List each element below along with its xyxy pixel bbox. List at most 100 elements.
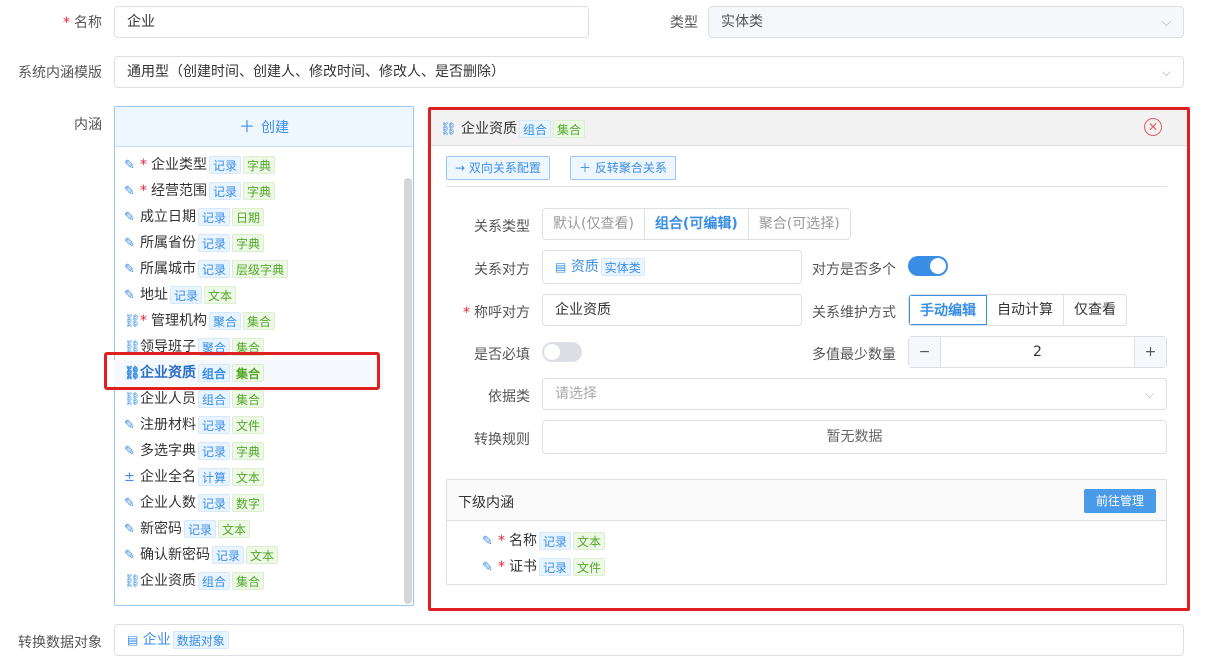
list-item[interactable]: ✎ 所属省份 记录 字典: [124, 230, 265, 256]
arrow-right-icon: →: [455, 161, 469, 175]
sub-connotation-title: 下级内涵: [458, 495, 514, 511]
list-item-tag: 字典: [243, 156, 276, 174]
list-item-label: 企业人数: [140, 495, 196, 511]
list-item[interactable]: ✎ 所属城市 记录 层级字典: [124, 256, 289, 282]
list-item-label: 地址: [140, 287, 168, 303]
list-item-tag: 集合: [243, 312, 276, 330]
list-item-label: 经营范围: [151, 183, 207, 199]
alias-input[interactable]: 企业资质: [542, 294, 802, 326]
type-select[interactable]: 实体类 ⌵: [708, 6, 1184, 38]
list-item-tag: 数字: [232, 494, 265, 512]
list-item[interactable]: ✎ 确认新密码 记录 文本: [124, 542, 279, 568]
calc-icon: ±: [124, 470, 135, 485]
basis-label: 依据类: [488, 389, 530, 405]
list-item-tag: 字典: [232, 442, 265, 460]
rel-type-option-aggregation[interactable]: 聚合(可选择): [749, 209, 850, 239]
list-scrollbar[interactable]: [404, 178, 412, 604]
maintain-option-view[interactable]: 仅查看: [1064, 295, 1126, 325]
edit-icon: ✎: [124, 444, 135, 459]
list-item-tag: 记录: [184, 520, 217, 538]
rel-type-label: 关系类型: [474, 219, 530, 235]
list-item[interactable]: ✎ 成立日期 记录 日期: [124, 204, 265, 230]
template-label: 系统内涵模版: [18, 65, 102, 81]
list-item-label: 注册材料: [140, 417, 196, 433]
decrement-button[interactable]: −: [909, 337, 941, 367]
list-item[interactable]: ✎ 地址 记录 文本: [124, 282, 237, 308]
create-button[interactable]: ＋创建: [115, 107, 413, 147]
list-item-tag: 日期: [232, 208, 265, 226]
chevron-down-icon: ⌵: [1161, 65, 1171, 79]
increment-button[interactable]: +: [1134, 337, 1166, 367]
list-item[interactable]: ⛓* 管理机构 聚合 集合: [124, 308, 276, 334]
chevron-down-icon: ⌵: [1161, 15, 1171, 29]
basis-select[interactable]: 请选择 ⌵: [542, 378, 1167, 410]
list-item-tag: 文本: [218, 520, 251, 538]
edit-icon: ✎: [124, 236, 135, 251]
list-item[interactable]: ± 企业全名 计算 文本: [124, 464, 265, 490]
list-item-label: 确认新密码: [140, 547, 210, 563]
min-count-stepper: − 2 +: [908, 336, 1167, 368]
rel-type-segmented: 默认(仅查看) 组合(可编辑) 聚合(可选择): [542, 208, 851, 240]
template-select[interactable]: 通用型（创建时间、创建人、修改时间、修改人、是否删除） ⌵: [114, 56, 1184, 88]
counterpart-field[interactable]: ▤ 资质 实体类: [542, 250, 802, 284]
list-item-tag: 文本: [204, 286, 237, 304]
list-item-tag: 组合: [198, 572, 231, 590]
rel-type-option-composition[interactable]: 组合(可编辑): [645, 209, 749, 239]
list-item-label: 成立日期: [140, 209, 196, 225]
link-icon: ⛓: [440, 122, 457, 137]
name-input[interactable]: 企业: [114, 6, 589, 38]
list-item-label: 企业类型: [151, 157, 207, 173]
edit-icon: ✎: [124, 548, 135, 563]
list-item-label: 所属省份: [140, 235, 196, 251]
list-item-label: 企业人员: [140, 391, 196, 407]
bidirectional-config-button[interactable]: → 双向关系配置: [446, 156, 550, 180]
list-item-label: 新密码: [140, 521, 182, 537]
list-item-tag: 记录: [198, 260, 231, 278]
list-item-tag: 记录: [170, 286, 203, 304]
required-mark: *: [140, 183, 147, 199]
list-item-label: 企业全名: [140, 469, 196, 485]
list-item-label: 企业资质: [140, 573, 196, 589]
link-icon: ⛓: [124, 314, 141, 329]
rule-field[interactable]: 暂无数据: [542, 420, 1167, 454]
list-item-tag: 字典: [232, 234, 265, 252]
counterpart-label: 关系对方: [474, 262, 530, 278]
rel-type-option-default[interactable]: 默认(仅查看): [543, 209, 645, 239]
close-icon[interactable]: ✕: [1144, 118, 1162, 136]
list-item[interactable]: ⛓企业资质 组合 集合: [124, 568, 265, 594]
list-item-tag: 文本: [232, 468, 265, 486]
list-item[interactable]: ✎ * 企业类型 记录 字典: [124, 152, 276, 178]
plus-icon: ＋: [579, 161, 595, 175]
list-item-tag: 聚合: [209, 312, 242, 330]
list-item[interactable]: ✎ 新密码 记录 文本: [124, 516, 251, 542]
edit-icon: ✎: [482, 560, 493, 575]
link-icon: ⛓: [124, 574, 141, 589]
required-toggle[interactable]: [542, 342, 582, 362]
edit-icon: ✎: [482, 534, 493, 549]
alias-label: * 称呼对方: [463, 305, 530, 321]
list-item-tag: 记录: [198, 494, 231, 512]
sub-item[interactable]: ✎ * 证书 记录 文件: [482, 554, 606, 580]
multi-toggle[interactable]: [908, 256, 948, 276]
sub-item[interactable]: ✎ * 名称 记录 文本: [482, 528, 606, 554]
list-item-tag: 记录: [209, 182, 242, 200]
list-item-label: 管理机构: [151, 313, 207, 329]
required-label: 是否必填: [474, 347, 530, 363]
list-item[interactable]: ✎ 多选字典 记录 字典: [124, 438, 265, 464]
list-item[interactable]: ✎ 企业人数 记录 数字: [124, 490, 265, 516]
maintain-option-manual[interactable]: 手动编辑: [909, 295, 987, 325]
edit-icon: ✎: [124, 288, 135, 303]
maintain-label: 关系维护方式: [812, 305, 896, 321]
min-count-input[interactable]: 2: [941, 337, 1134, 367]
maintain-option-auto[interactable]: 自动计算: [987, 295, 1064, 325]
transform-field[interactable]: ▤ 企业 数据对象: [114, 624, 1184, 656]
go-manage-button[interactable]: 前往管理: [1084, 489, 1156, 513]
required-mark: *: [140, 313, 147, 329]
document-icon: ▤: [127, 633, 139, 647]
list-item[interactable]: ✎ * 经营范围 记录 字典: [124, 178, 276, 204]
list-item-tag: 记录: [198, 416, 231, 434]
list-item-tag: 文件: [232, 416, 265, 434]
list-item[interactable]: ✎ 注册材料 记录 文件: [124, 412, 265, 438]
list-item-label: 多选字典: [140, 443, 196, 459]
reverse-aggregation-button[interactable]: ＋ 反转聚合关系: [570, 156, 676, 180]
